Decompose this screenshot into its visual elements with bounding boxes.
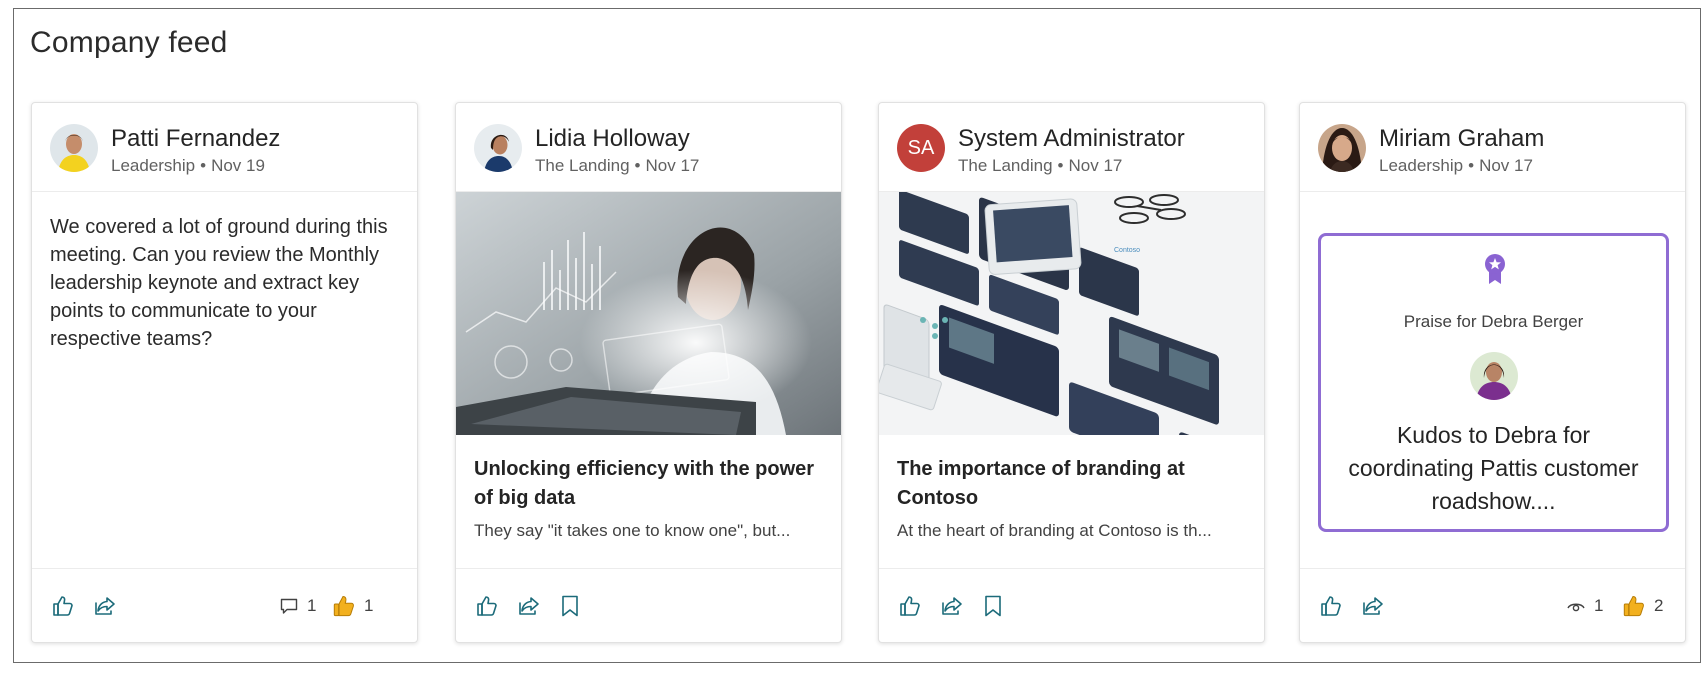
post-meta: The Landing • Nov 17 bbox=[958, 156, 1122, 176]
post-date: Nov 17 bbox=[645, 156, 700, 175]
reactions-stat[interactable]: 2 bbox=[1622, 593, 1663, 619]
feed-card-patti[interactable]: Patti Fernandez Leadership • Nov 19 We cov… bbox=[31, 102, 418, 643]
reactions-stat[interactable]: 1 bbox=[332, 593, 373, 619]
praise-label: Praise for Debra Berger bbox=[1403, 312, 1584, 331]
share-icon[interactable] bbox=[1360, 593, 1386, 619]
views-stat: 1 bbox=[1566, 593, 1603, 619]
praise-recipient-avatar bbox=[1470, 352, 1518, 400]
reactions-count: 1 bbox=[364, 596, 374, 615]
community-link[interactable]: Leadership bbox=[1379, 156, 1463, 175]
like-icon[interactable] bbox=[1318, 593, 1344, 619]
like-icon[interactable] bbox=[897, 593, 923, 619]
comment-icon bbox=[280, 598, 298, 614]
article-title[interactable]: Unlocking efficiency with the power of b… bbox=[474, 455, 824, 513]
feed-title: Company feed bbox=[30, 26, 228, 59]
article-snippet: At the heart of branding at Contoso is t… bbox=[897, 521, 1212, 540]
card-footer: 1 2 bbox=[1300, 568, 1685, 642]
meta-separator: • bbox=[634, 156, 641, 175]
thumbs-up-emoji-icon bbox=[1623, 595, 1644, 617]
author-name[interactable]: System Administrator bbox=[958, 125, 1185, 153]
avatar[interactable] bbox=[50, 124, 98, 172]
card-footer bbox=[456, 568, 841, 642]
community-link[interactable]: The Landing bbox=[535, 156, 630, 175]
author-name[interactable]: Patti Fernandez bbox=[111, 125, 280, 153]
share-icon[interactable] bbox=[92, 593, 118, 619]
bookmark-icon[interactable] bbox=[557, 593, 583, 619]
avatar[interactable] bbox=[1318, 124, 1366, 172]
card-footer bbox=[879, 568, 1264, 642]
post-body: We covered a lot of ground during this m… bbox=[50, 216, 388, 350]
comments-stat[interactable]: 1 bbox=[279, 593, 316, 619]
avatar[interactable] bbox=[474, 124, 522, 172]
card-header: SA System Administrator The Landing • Nov … bbox=[879, 103, 1264, 192]
like-icon[interactable] bbox=[50, 593, 76, 619]
reactions-count: 2 bbox=[1654, 596, 1664, 615]
feed-card-miriam[interactable]: Miriam Graham Leadership • Nov 17 Praise f… bbox=[1299, 102, 1686, 643]
post-date: Nov 19 bbox=[211, 156, 265, 175]
initials-avatar[interactable]: SA bbox=[897, 124, 945, 172]
svg-text:Contoso: Contoso bbox=[1114, 247, 1140, 254]
article-image[interactable]: Contoso bbox=[879, 192, 1264, 435]
like-icon[interactable] bbox=[474, 593, 500, 619]
thumbs-up-emoji-icon bbox=[333, 595, 354, 617]
community-link[interactable]: Leadership bbox=[111, 156, 195, 175]
post-meta: Leadership • Nov 19 bbox=[111, 156, 265, 176]
share-icon[interactable] bbox=[516, 593, 542, 619]
feed-card-lidia[interactable]: Lidia Holloway The Landing • Nov 17 Unlo… bbox=[455, 102, 842, 643]
author-name[interactable]: Lidia Holloway bbox=[535, 125, 690, 153]
post-meta: The Landing • Nov 17 bbox=[535, 156, 699, 176]
meta-separator: • bbox=[1468, 156, 1475, 175]
comments-count: 1 bbox=[307, 596, 317, 615]
card-header: Lidia Holloway The Landing • Nov 17 bbox=[456, 103, 841, 192]
card-header: Patti Fernandez Leadership • Nov 19 bbox=[32, 103, 417, 192]
eye-icon bbox=[1567, 603, 1585, 612]
praise-badge-icon bbox=[1481, 253, 1509, 285]
meta-separator: • bbox=[1057, 156, 1064, 175]
meta-separator: • bbox=[200, 156, 207, 175]
article-title[interactable]: The importance of branding at Contoso bbox=[897, 455, 1247, 513]
feed-card-system-administrator[interactable]: SA System Administrator The Landing • Nov … bbox=[878, 102, 1265, 643]
post-date: Nov 17 bbox=[1068, 156, 1123, 175]
share-icon[interactable] bbox=[939, 593, 965, 619]
views-count: 1 bbox=[1594, 596, 1604, 615]
article-image[interactable] bbox=[456, 192, 841, 435]
card-header: Miriam Graham Leadership • Nov 17 bbox=[1300, 103, 1685, 192]
post-date: Nov 17 bbox=[1479, 156, 1533, 175]
article-snippet: They say "it takes one to know one", but… bbox=[474, 521, 791, 540]
community-link[interactable]: The Landing bbox=[958, 156, 1053, 175]
card-footer: 1 1 bbox=[32, 568, 417, 642]
praise-message: Kudos to Debra for coordinating Pattis c… bbox=[1348, 422, 1639, 514]
post-meta: Leadership • Nov 17 bbox=[1379, 156, 1533, 176]
bookmark-icon[interactable] bbox=[980, 593, 1006, 619]
author-name[interactable]: Miriam Graham bbox=[1379, 125, 1544, 153]
praise-card[interactable]: Praise for Debra Berger Kudos to Debra f… bbox=[1318, 233, 1669, 532]
